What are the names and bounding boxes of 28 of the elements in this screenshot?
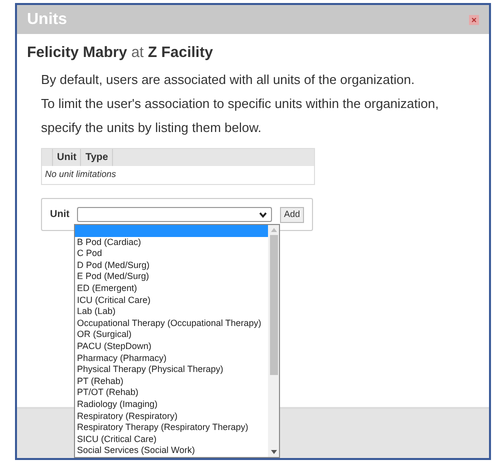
empty-message: No unit limitations [44, 168, 118, 182]
dropdown-option[interactable]: PACU (StepDown) [75, 340, 268, 353]
dropdown-option[interactable]: Social Services (Social Work) [75, 445, 268, 457]
dropdown-option[interactable]: Radiology (Imaging) [75, 398, 268, 410]
description-text: By default, users are associated with all units of the organization. [41, 71, 416, 89]
description-text: specify the units by listing them below. [41, 119, 262, 137]
dropdown-option[interactable]: D Pod (Med/Surg) [75, 260, 268, 272]
dropdown-option[interactable]: PT (Rehab) [75, 376, 268, 388]
add-button[interactable]: Add [280, 206, 304, 222]
user-heading: Felicity Mabry at Z Facility [27, 43, 214, 62]
dropdown-option[interactable]: B Pod (Cardiac) [75, 236, 268, 248]
dropdown-option[interactable]: Pharmacy (Pharmacy) [75, 352, 268, 364]
dropdown-option[interactable]: Respiratory (Respiratory) [75, 410, 268, 422]
dropdown-option[interactable]: E Pod (Med/Surg) [75, 271, 268, 283]
dropdown-option[interactable]: Physical Therapy (Physical Therapy) [75, 364, 268, 376]
dropdown-option[interactable]: C Pod [75, 248, 268, 260]
dropdown-option[interactable]: PT/OT (Rehab) [75, 387, 268, 399]
dropdown-option[interactable]: OR (Surgical) [75, 329, 268, 341]
column-header: Unit [53, 149, 82, 166]
dropdown-option[interactable]: Respiratory Therapy (Respiratory Therapy) [75, 422, 268, 434]
unit-label: Unit [50, 208, 70, 222]
dropdown-option[interactable]: Occupational Therapy (Occupational Therapy) [75, 318, 268, 330]
column-header: Type [81, 149, 114, 166]
dropdown-option[interactable]: ICU (Critical Care) [75, 294, 268, 306]
dropdown-option[interactable]: Lab (Lab) [75, 306, 268, 318]
dropdown-option[interactable]: SICU (Critical Care) [75, 434, 268, 446]
dropdown-option[interactable]: ED (Emergent) [75, 282, 268, 295]
description-text: To limit the user's association to specific units within the organization, [41, 95, 440, 113]
